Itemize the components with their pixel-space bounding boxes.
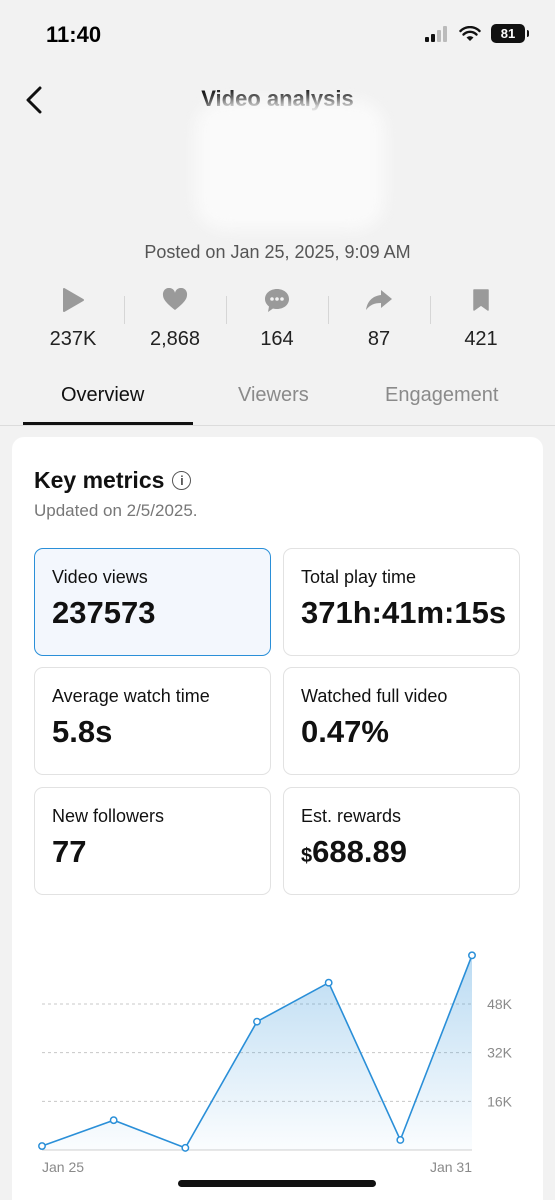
key-metrics-heading: Key metrics i — [34, 467, 192, 494]
data-point — [38, 1142, 46, 1150]
signal-icon — [425, 25, 447, 42]
stat-value: 164 — [260, 328, 294, 350]
active-tab-indicator — [23, 422, 193, 425]
metric-total-play-time[interactable]: Total play time 371h:41m:15s — [283, 548, 520, 656]
metric-watched-full-video[interactable]: Watched full video 0.47% — [283, 667, 520, 775]
updated-date: Updated on 2/5/2025. — [34, 501, 198, 520]
share-icon — [366, 290, 392, 310]
metric-est-rewards[interactable]: Est. rewards $688.89 — [283, 787, 520, 895]
metric-value: 5.8s — [52, 714, 113, 749]
metric-new-followers[interactable]: New followers 77 — [34, 787, 271, 895]
info-icon[interactable]: i — [172, 471, 192, 490]
video-stats: 237K 2,868 164 87 421 — [22, 284, 532, 354]
stat-value: 2,868 — [149, 328, 201, 350]
metric-label: Total play time — [301, 567, 417, 587]
redacted-caption — [195, 100, 385, 230]
metric-value: 371h:41m:15s — [301, 595, 507, 630]
stat-value: 87 — [367, 328, 391, 350]
stat-shares: 87 — [328, 284, 430, 354]
heart-icon — [162, 288, 188, 310]
rewards-amount: 688.89 — [312, 834, 407, 869]
battery-level: 81 — [500, 26, 516, 41]
x-tick-label: Jan 25 — [42, 1159, 84, 1175]
x-tick-label: Jan 31 — [430, 1159, 472, 1175]
stat-value: 421 — [464, 328, 498, 350]
key-metrics-title: Key metrics — [34, 467, 165, 493]
key-metrics-card: Key metrics i Updated on 2/5/2025. Video… — [12, 437, 543, 1200]
stat-likes: 2,868 — [124, 284, 226, 354]
metric-label: Average watch time — [52, 686, 210, 706]
y-tick-label: 16K — [487, 1093, 513, 1109]
comment-icon — [265, 289, 289, 312]
y-tick-label: 48K — [487, 996, 513, 1012]
metric-video-views[interactable]: Video views 237573 — [34, 548, 271, 656]
metric-value: 0.47% — [301, 714, 389, 749]
metric-label: Watched full video — [301, 686, 448, 706]
home-indicator — [178, 1180, 376, 1187]
metric-label: New followers — [52, 806, 165, 826]
tab-viewers[interactable]: Viewers — [238, 384, 309, 407]
metric-value: $688.89 — [301, 834, 407, 870]
data-point — [396, 1136, 405, 1144]
tab-engagement[interactable]: Engagement — [385, 384, 498, 407]
stat-value: 237K — [49, 328, 97, 350]
battery-icon: 81 — [491, 24, 529, 43]
metric-average-watch-time[interactable]: Average watch time 5.8s — [34, 667, 271, 775]
data-point — [109, 1116, 118, 1125]
bookmark-icon — [473, 289, 489, 311]
stat-saves: 421 — [430, 284, 532, 354]
data-point — [324, 978, 333, 987]
status-icons: 81 — [425, 24, 529, 43]
status-time: 11:40 — [46, 22, 102, 47]
metric-value: 77 — [52, 834, 87, 869]
posted-date: Posted on Jan 25, 2025, 9:09 AM — [144, 242, 411, 262]
views-chart: 48K 32K 16K Jan 25 Jan 31 — [38, 951, 513, 1175]
play-icon — [63, 288, 84, 312]
stat-views: 237K — [22, 284, 124, 354]
wifi-icon — [459, 25, 481, 41]
data-point — [181, 1143, 190, 1152]
metric-label: Est. rewards — [301, 806, 402, 826]
data-point — [253, 1017, 261, 1026]
y-tick-label: 32K — [487, 1045, 513, 1061]
data-point — [468, 951, 476, 960]
tab-overview[interactable]: Overview — [61, 384, 144, 407]
tab-bar: Overview Viewers Engagement — [0, 376, 555, 426]
status-bar: 11:40 81 — [0, 0, 555, 70]
metric-value: 237573 — [52, 595, 156, 630]
stat-comments: 164 — [226, 284, 328, 354]
currency-symbol: $ — [301, 845, 313, 867]
metric-label: Video views — [52, 567, 148, 587]
